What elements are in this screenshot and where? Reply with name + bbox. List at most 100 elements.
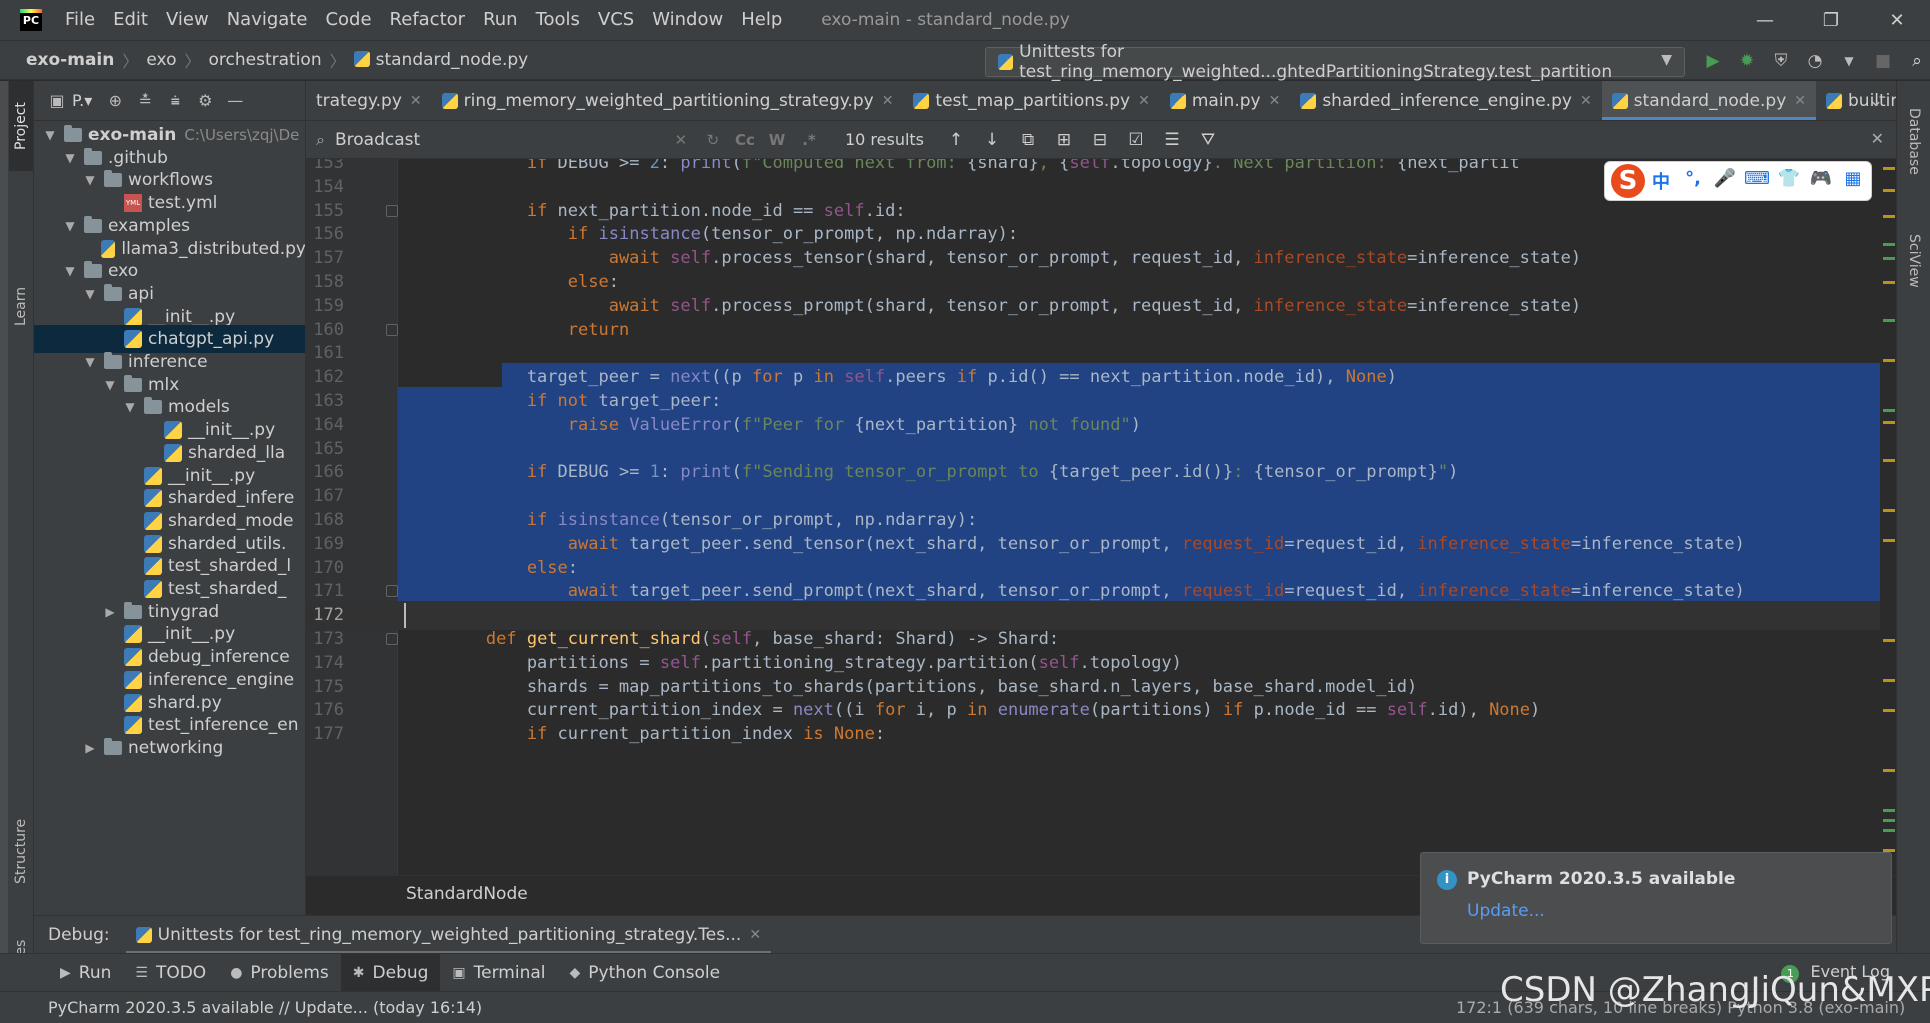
gear-icon[interactable]: ⚙: [190, 86, 220, 116]
fold-marker-icon[interactable]: [386, 204, 398, 217]
clear-search-icon[interactable]: ✕: [665, 131, 697, 149]
search-input[interactable]: [334, 124, 665, 155]
more-run-chevron-icon[interactable]: ▼: [1832, 44, 1866, 78]
close-icon[interactable]: ✕: [749, 927, 761, 943]
bottom-tab-terminal[interactable]: ▣ Terminal: [440, 954, 557, 992]
stripe-mark[interactable]: [1883, 215, 1895, 218]
project-view-select[interactable]: P.▾: [72, 91, 92, 110]
coverage-shield-icon[interactable]: ⛨: [1764, 44, 1798, 78]
breadcrumb-file[interactable]: standard_node.py: [350, 50, 533, 70]
search-everywhere-icon[interactable]: ⌕: [1900, 44, 1930, 78]
ime-item-icon[interactable]: ▦: [1837, 168, 1869, 194]
expanded-arrow-icon[interactable]: ▼: [102, 378, 118, 392]
minimize-icon[interactable]: —: [1732, 0, 1798, 40]
tool-tab-database[interactable]: Database: [1902, 91, 1926, 191]
close-tab-icon[interactable]: ✕: [1138, 93, 1150, 109]
bottom-tab-python-console[interactable]: ◆ Python Console: [558, 954, 733, 992]
stripe-mark[interactable]: [1883, 539, 1895, 542]
ime-item-icon[interactable]: 🎮: [1805, 168, 1837, 194]
menu-refactor[interactable]: Refactor: [381, 0, 475, 40]
hide-panel-icon[interactable]: —: [220, 86, 250, 116]
tree-item[interactable]: ▶ networking: [34, 734, 305, 762]
stop-icon[interactable]: ■: [1866, 44, 1900, 78]
match-case-toggle[interactable]: Cc: [729, 131, 761, 149]
run-icon[interactable]: ▶: [1696, 44, 1730, 78]
close-window-icon[interactable]: ✕: [1864, 0, 1930, 40]
expanded-arrow-icon[interactable]: ▼: [62, 219, 78, 233]
profile-icon[interactable]: ◔: [1798, 44, 1832, 78]
tool-tab-sciview[interactable]: SciView: [1902, 211, 1926, 311]
stripe-mark[interactable]: [1883, 709, 1895, 712]
menu-file[interactable]: File: [56, 0, 104, 40]
breadcrumb-exo[interactable]: exo: [142, 50, 180, 70]
collapsed-arrow-icon[interactable]: ▶: [82, 741, 98, 755]
select-all-matches-icon[interactable]: ☑: [1118, 130, 1154, 150]
editor-tab[interactable]: trategy.py ✕: [306, 81, 432, 120]
history-icon[interactable]: ↻: [697, 131, 729, 149]
menu-view[interactable]: View: [157, 0, 218, 40]
editor-tab[interactable]: standard_node.py ✕: [1601, 81, 1817, 120]
stripe-mark[interactable]: [1883, 359, 1895, 362]
close-tab-icon[interactable]: ✕: [1580, 93, 1592, 109]
fold-marker-icon[interactable]: [386, 585, 398, 598]
filter-settings-icon[interactable]: ☰: [1154, 130, 1190, 150]
stripe-mark[interactable]: [1883, 809, 1895, 812]
remove-selection-icon[interactable]: ⊟: [1082, 130, 1118, 150]
update-link[interactable]: Update...: [1467, 901, 1545, 921]
fold-marker-icon[interactable]: [386, 633, 398, 645]
error-stripe[interactable]: [1880, 159, 1896, 875]
menu-code[interactable]: Code: [316, 0, 380, 40]
ime-item-icon[interactable]: °,: [1677, 168, 1709, 194]
whole-words-toggle[interactable]: W: [761, 131, 793, 149]
debug-bug-icon[interactable]: ✹: [1730, 44, 1764, 78]
locate-icon[interactable]: ⊕: [100, 86, 130, 116]
debug-session-tab[interactable]: Unittests for test_ring_memory_weighted_…: [125, 916, 772, 954]
close-tab-icon[interactable]: ✕: [1269, 93, 1281, 109]
fold-marker-icon[interactable]: [386, 323, 398, 336]
bottom-tab-run[interactable]: ▶ Run: [48, 954, 123, 992]
breadcrumb-orchestration[interactable]: orchestration: [205, 50, 326, 70]
menu-navigate[interactable]: Navigate: [218, 0, 317, 40]
ime-item-icon[interactable]: 中: [1645, 168, 1677, 194]
tool-tab-learn[interactable]: Learn: [9, 266, 33, 346]
next-occurrence-icon[interactable]: ↓: [974, 130, 1010, 150]
tool-tab-project[interactable]: Project: [9, 81, 33, 171]
close-search-icon[interactable]: ✕: [1871, 129, 1884, 148]
stripe-mark[interactable]: [1883, 819, 1895, 822]
stripe-mark[interactable]: [1883, 257, 1895, 260]
stripe-mark[interactable]: [1883, 421, 1895, 424]
bottom-tab-todo[interactable]: ☰ TODO: [123, 954, 218, 992]
code-editor[interactable]: 153 if DEBUG >= 2: print(f"Computed next…: [306, 159, 1896, 875]
close-tab-icon[interactable]: ✕: [1794, 93, 1806, 109]
menu-tools[interactable]: Tools: [527, 0, 589, 40]
filter-icon[interactable]: ⛛: [1190, 130, 1226, 150]
menu-edit[interactable]: Edit: [104, 0, 157, 40]
ime-item-icon[interactable]: 🎤: [1709, 168, 1741, 194]
editor-tab[interactable]: ring_memory_weighted_partitioning_strate…: [432, 81, 904, 120]
expanded-arrow-icon[interactable]: ▼: [82, 173, 98, 187]
stripe-mark[interactable]: [1883, 167, 1895, 170]
run-configuration-select[interactable]: Unittests for test_ring_memory_weighted.…: [985, 42, 1685, 82]
editor-tab[interactable]: test_map_partitions.py ✕: [903, 81, 1159, 120]
expanded-arrow-icon[interactable]: ▼: [82, 355, 98, 369]
expanded-arrow-icon[interactable]: ▼: [62, 264, 78, 278]
restore-icon[interactable]: ❐: [1798, 0, 1864, 40]
expanded-arrow-icon[interactable]: ▼: [122, 400, 138, 414]
stripe-mark[interactable]: [1883, 409, 1895, 412]
tab-list-chevron-icon[interactable]: ⌄: [1856, 81, 1896, 120]
status-message[interactable]: PyCharm 2020.3.5 available // Update... …: [48, 998, 482, 1017]
stripe-mark[interactable]: [1883, 639, 1895, 642]
stripe-mark[interactable]: [1883, 243, 1895, 246]
expanded-arrow-icon[interactable]: ▼: [82, 287, 98, 301]
ime-item-icon[interactable]: ⌨: [1741, 168, 1773, 194]
stripe-mark[interactable]: [1883, 769, 1895, 772]
regex-toggle[interactable]: .*: [793, 131, 825, 149]
collapse-all-icon[interactable]: ⩧: [160, 86, 190, 116]
stripe-mark[interactable]: [1883, 459, 1895, 462]
stripe-mark[interactable]: [1883, 281, 1895, 284]
sogou-logo-icon[interactable]: S: [1611, 164, 1645, 198]
previous-occurrence-icon[interactable]: ↑: [938, 130, 974, 150]
menu-run[interactable]: Run: [474, 0, 527, 40]
close-tab-icon[interactable]: ✕: [410, 93, 422, 109]
structure-breadcrumb[interactable]: StandardNode: [406, 884, 528, 904]
